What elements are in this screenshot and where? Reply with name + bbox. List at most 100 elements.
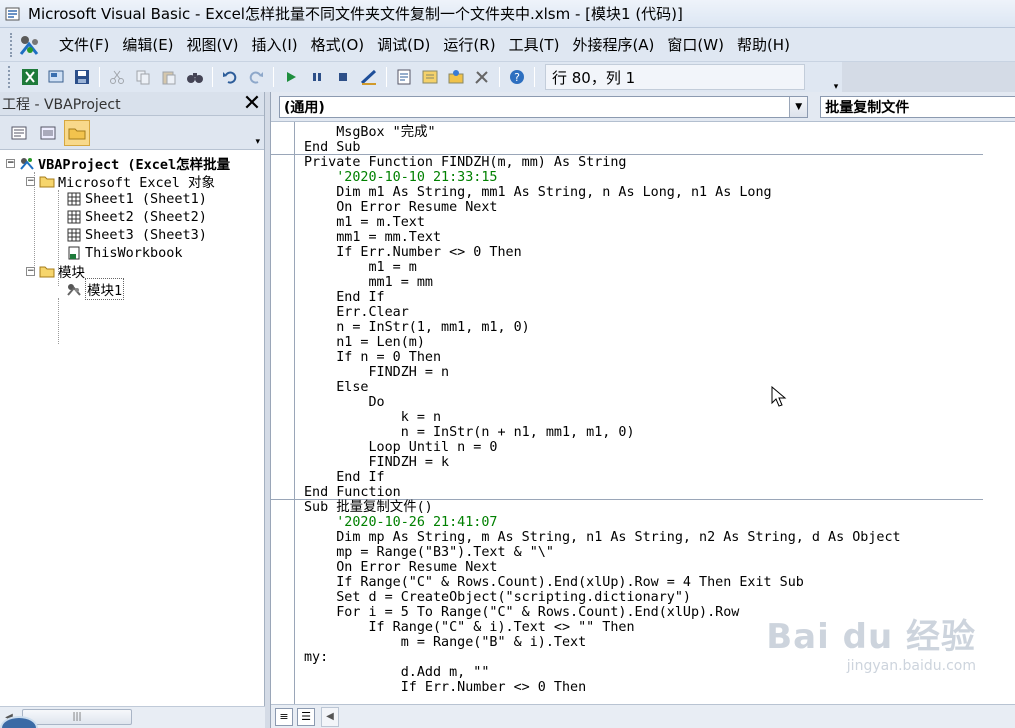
properties-icon[interactable] bbox=[419, 66, 441, 88]
menu-addins[interactable]: 外接程序(A) bbox=[566, 32, 660, 58]
standard-toolbar: ? 行 80，列 1 ▾ bbox=[0, 62, 842, 92]
tree-node-excel-objects[interactable]: − Microsoft Excel 对象 bbox=[0, 172, 264, 191]
collapse-icon[interactable]: − bbox=[6, 158, 15, 168]
code-line[interactable]: On Error Resume Next bbox=[304, 200, 983, 215]
toolbar-separator bbox=[534, 67, 535, 87]
menubar-grip[interactable] bbox=[10, 32, 13, 57]
menu-run[interactable]: 运行(R) bbox=[437, 32, 501, 58]
code-line[interactable]: If Err.Number <> 0 Then bbox=[304, 680, 983, 695]
procedure-view-icon[interactable]: ≡ bbox=[275, 707, 293, 726]
insert-module-icon[interactable] bbox=[45, 66, 67, 88]
code-line[interactable]: End Function bbox=[271, 485, 983, 500]
code-line[interactable]: mm1 = mm bbox=[304, 275, 983, 290]
worksheet-icon bbox=[66, 192, 82, 206]
redo-icon[interactable] bbox=[245, 66, 267, 88]
project-horizontal-scrollbar[interactable]: ◀ ||| bbox=[0, 706, 265, 728]
scroll-thumb[interactable]: ||| bbox=[22, 709, 132, 725]
toolbar-options-icon[interactable]: ▾ bbox=[830, 76, 842, 92]
code-line[interactable]: '2020-10-26 21:41:07 bbox=[304, 515, 983, 530]
break-icon[interactable] bbox=[306, 66, 328, 88]
code-line[interactable]: Dim mp As String, m As String, n1 As Str… bbox=[304, 530, 983, 545]
code-line[interactable]: n1 = Len(m) bbox=[304, 335, 983, 350]
code-line[interactable]: If Range("C" & Rows.Count).End(xlUp).Row… bbox=[304, 575, 983, 590]
code-line[interactable]: k = n bbox=[304, 410, 983, 425]
menu-view[interactable]: 视图(V) bbox=[181, 32, 245, 58]
code-margin[interactable] bbox=[271, 122, 295, 704]
menu-insert[interactable]: 插入(I) bbox=[246, 32, 304, 58]
collapse-icon[interactable]: − bbox=[26, 176, 35, 186]
object-dropdown[interactable]: (通用) ▼ bbox=[279, 95, 809, 118]
copy-icon[interactable] bbox=[132, 66, 154, 88]
code-line[interactable]: Else bbox=[304, 380, 983, 395]
collapse-icon[interactable]: − bbox=[26, 266, 35, 276]
code-line[interactable]: '2020-10-10 21:33:15 bbox=[304, 170, 983, 185]
code-line[interactable]: m1 = m bbox=[304, 260, 983, 275]
run-icon[interactable] bbox=[280, 66, 302, 88]
view-code-icon[interactable] bbox=[6, 120, 32, 146]
menu-format[interactable]: 格式(O) bbox=[305, 32, 371, 58]
help-icon[interactable]: ? bbox=[506, 66, 528, 88]
vb-menu-icon[interactable] bbox=[17, 32, 43, 58]
code-line[interactable]: Private Function FINDZH(m, mm) As String bbox=[304, 155, 983, 170]
vba-app-icon bbox=[4, 5, 22, 23]
code-line[interactable]: n = InStr(1, mm1, m1, 0) bbox=[304, 320, 983, 335]
menu-tools[interactable]: 工具(T) bbox=[503, 32, 566, 58]
code-line[interactable]: Err.Clear bbox=[304, 305, 983, 320]
tree-node-sheet3[interactable]: Sheet3 (Sheet3) bbox=[0, 226, 264, 244]
code-line[interactable]: mm1 = mm.Text bbox=[304, 230, 983, 245]
view-excel-icon[interactable] bbox=[19, 66, 41, 88]
code-line[interactable]: On Error Resume Next bbox=[304, 560, 983, 575]
tree-node-thisworkbook[interactable]: ThisWorkbook bbox=[0, 244, 264, 262]
tree-node-sheet2[interactable]: Sheet2 (Sheet2) bbox=[0, 208, 264, 226]
toolbar-grip[interactable] bbox=[8, 66, 11, 88]
tree-node-module1[interactable]: 模块1 bbox=[0, 278, 264, 300]
code-line[interactable]: m1 = m.Text bbox=[304, 215, 983, 230]
tree-node-modules[interactable]: − 模块 bbox=[0, 262, 264, 281]
procedure-dropdown[interactable]: 批量复制文件 bbox=[820, 95, 1015, 118]
code-line[interactable]: End If bbox=[304, 290, 983, 305]
code-line[interactable]: End If bbox=[304, 470, 983, 485]
toolbox-icon[interactable] bbox=[471, 66, 493, 88]
folder-open-icon bbox=[39, 174, 55, 188]
project-explorer-icon[interactable] bbox=[393, 66, 415, 88]
find-icon[interactable] bbox=[184, 66, 206, 88]
code-line[interactable]: FINDZH = n bbox=[304, 365, 983, 380]
undo-icon[interactable] bbox=[219, 66, 241, 88]
menu-window[interactable]: 窗口(W) bbox=[661, 32, 730, 58]
save-icon[interactable] bbox=[71, 66, 93, 88]
cut-icon[interactable] bbox=[106, 66, 128, 88]
code-editor[interactable]: MsgBox "完成" End Sub Private Function FINDZ… bbox=[271, 122, 1015, 704]
code-line[interactable]: If Err.Number <> 0 Then bbox=[304, 245, 983, 260]
chevron-down-icon[interactable]: ▼ bbox=[789, 96, 808, 117]
code-line[interactable]: Loop Until n = 0 bbox=[304, 440, 983, 455]
code-line[interactable]: n = InStr(n + n1, mm1, m1, 0) bbox=[304, 425, 983, 440]
code-line[interactable]: End Sub bbox=[271, 140, 983, 155]
menu-debug[interactable]: 调试(D) bbox=[371, 32, 436, 58]
code-line[interactable]: MsgBox "完成" bbox=[304, 125, 983, 140]
code-line[interactable]: If n = 0 Then bbox=[304, 350, 983, 365]
menu-help[interactable]: 帮助(H) bbox=[731, 32, 796, 58]
toggle-folders-icon[interactable] bbox=[64, 119, 90, 146]
scroll-left-icon[interactable]: ◀ bbox=[321, 706, 339, 727]
menu-edit[interactable]: 编辑(E) bbox=[116, 32, 179, 58]
design-mode-icon[interactable] bbox=[358, 66, 380, 88]
close-icon[interactable]: ✕ bbox=[240, 91, 264, 116]
code-line[interactable]: Dim m1 As String, mm1 As String, n As Lo… bbox=[304, 185, 983, 200]
workbook-icon bbox=[66, 246, 82, 260]
code-line[interactable]: Do bbox=[304, 395, 983, 410]
object-browser-icon[interactable] bbox=[445, 66, 467, 88]
code-line[interactable]: Set d = CreateObject("scripting.dictiona… bbox=[304, 590, 983, 605]
full-module-view-icon[interactable]: ☰ bbox=[297, 707, 315, 726]
view-object-icon[interactable] bbox=[35, 120, 61, 146]
tree-node-vbaproject[interactable]: − VBAProject (Excel怎样批量 bbox=[0, 154, 264, 173]
tree-label-sheet2: Sheet2 (Sheet2) bbox=[85, 209, 207, 225]
project-toolbar-options-icon[interactable]: ▾ bbox=[255, 137, 260, 147]
menu-file[interactable]: 文件(F) bbox=[53, 32, 115, 58]
tree-node-sheet1[interactable]: Sheet1 (Sheet1) bbox=[0, 190, 264, 208]
code-line[interactable]: mp = Range("B3").Text & "\" bbox=[304, 545, 983, 560]
paste-icon[interactable] bbox=[158, 66, 180, 88]
code-line[interactable]: Sub 批量复制文件() bbox=[304, 500, 983, 515]
worksheet-icon bbox=[66, 210, 82, 224]
reset-icon[interactable] bbox=[332, 66, 354, 88]
code-line[interactable]: FINDZH = k bbox=[304, 455, 983, 470]
